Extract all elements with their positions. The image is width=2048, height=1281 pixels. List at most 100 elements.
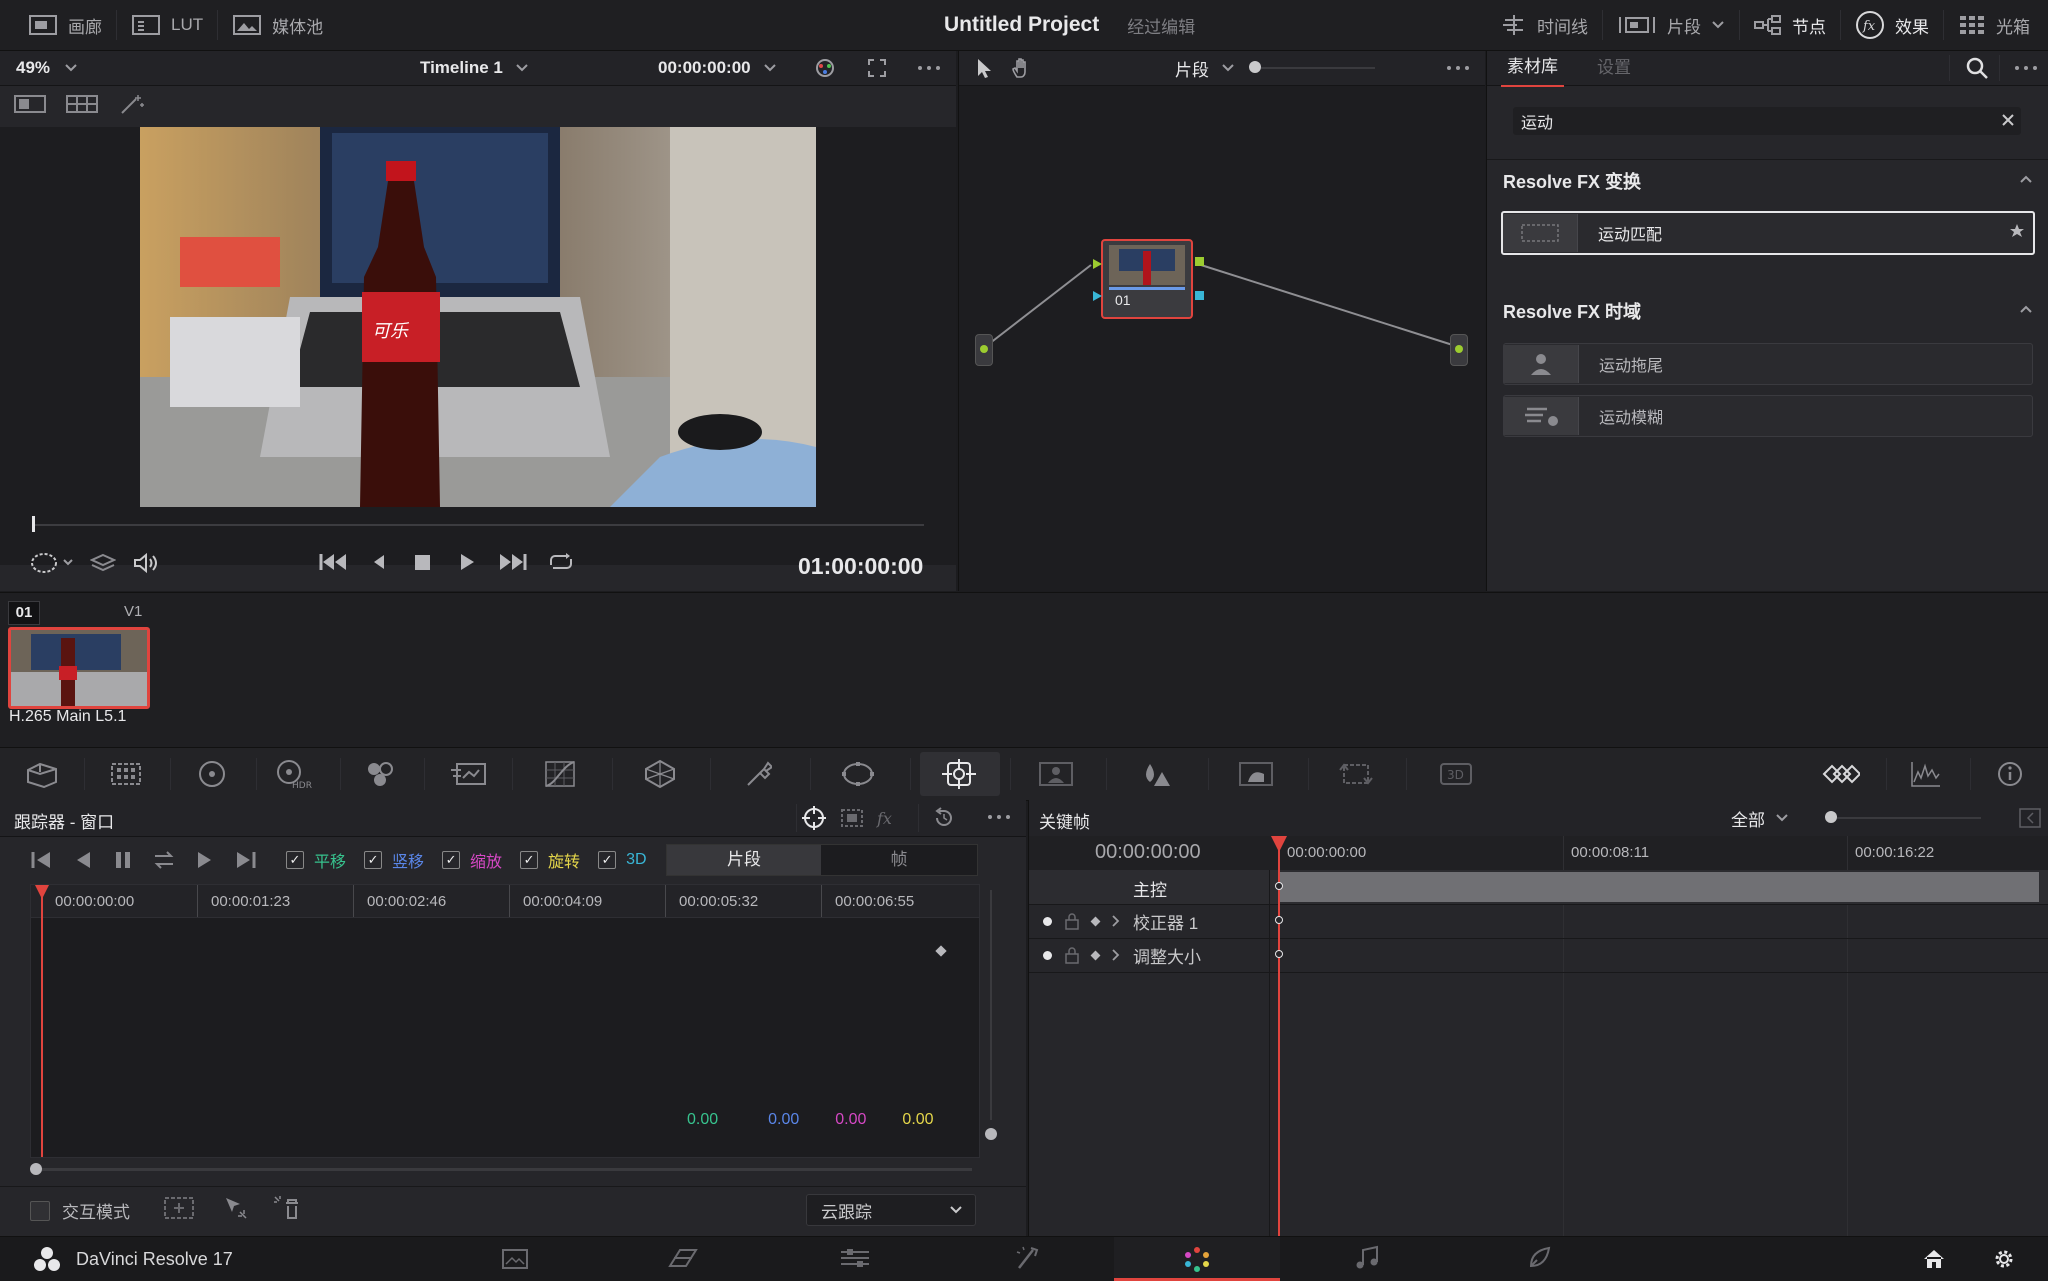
hand-icon[interactable] [1011,57,1033,79]
nodes-toggle[interactable]: 节点 [1740,0,1840,50]
magic-mask-icon[interactable] [1026,748,1086,800]
loop-icon[interactable] [546,551,576,573]
curves-icon[interactable] [530,748,590,800]
keyframe-playhead-marker[interactable] [1271,836,1287,852]
tracker-graph[interactable]: 00:00:00:00 00:00:01:23 00:00:02:46 00:0… [30,884,980,1158]
gallery-tab[interactable]: 画廊 [0,0,116,50]
zoom-dropdown[interactable]: 49% [16,51,78,85]
clip-thumbnail[interactable] [8,627,150,709]
rotate-checkbox[interactable]: ✓ [520,851,539,869]
effects-toggle[interactable]: fx 效果 [1841,0,1943,50]
layers-icon[interactable] [90,552,116,574]
keyframe-diamond-icon[interactable] [1090,916,1101,926]
track-to-end-icon[interactable] [234,849,258,871]
fusion-page-icon[interactable] [944,1237,1110,1279]
clips-toggle[interactable]: 片段 [1603,0,1739,50]
track-forward-icon[interactable] [194,849,216,871]
color-warper-icon[interactable] [630,748,690,800]
keyframe-zoom-slider[interactable] [1831,817,1981,819]
play-icon[interactable] [454,551,480,573]
keyframe-playhead[interactable] [1278,836,1280,1240]
vertical-zoom-slider[interactable] [990,890,992,1120]
info-icon[interactable] [1980,748,2040,800]
sizing-icon[interactable] [1326,748,1386,800]
magic-wand-icon[interactable] [118,93,146,115]
pan-checkbox[interactable]: ✓ [286,851,304,869]
keyframe-zoom-handle[interactable] [1825,811,1837,823]
power-window-icon[interactable] [30,551,74,575]
fairlight-page-icon[interactable] [1284,1237,1450,1279]
edit-page-icon[interactable] [772,1237,938,1279]
track-to-start-icon[interactable] [30,849,54,871]
tracker-playhead-marker[interactable] [35,885,49,899]
media-page-icon[interactable] [432,1237,598,1279]
timeline-toggle[interactable]: 时间线 [1487,0,1602,50]
effect-motion-trail[interactable]: 运动拖尾 [1503,343,2033,385]
keyframes-panel-icon[interactable] [1810,748,1870,800]
3d-icon[interactable]: 3D [1426,748,1486,800]
fx-tracker-icon[interactable]: fx [874,806,902,830]
search-icon[interactable] [1965,56,1989,80]
pause-tracking-icon[interactable] [112,849,134,871]
lock-icon[interactable] [1064,946,1080,964]
set-point-icon[interactable] [222,1194,250,1222]
tracker-tool-active[interactable] [920,752,1000,796]
tab-library[interactable]: 素材库 [1501,51,1564,87]
more-options-icon[interactable] [986,806,1012,828]
stop-icon[interactable] [410,551,436,573]
tilt-checkbox[interactable]: ✓ [364,851,383,869]
lut-tab[interactable]: LUT [117,0,217,50]
single-viewer-icon[interactable] [14,94,46,114]
group-resolve-fx-transform[interactable]: Resolve FX 变换 [1503,166,2033,196]
horizontal-scroll-bar[interactable] [34,1168,972,1171]
color-page-tab[interactable] [1114,1237,1280,1281]
track-reverse-icon[interactable] [72,849,94,871]
settings-gear-icon[interactable] [1992,1247,2016,1271]
keyframe-filter-dropdown[interactable]: 全部 [1731,800,1789,836]
insert-feature-icon[interactable] [162,1194,196,1222]
reset-icon[interactable] [932,806,956,830]
node-mode-dropdown[interactable]: 片段 [1175,51,1235,85]
tracker-mode-dropdown[interactable]: 云跟踪 [806,1194,976,1226]
keyframe-diamond-icon[interactable] [1090,950,1101,960]
color-picker-icon[interactable] [812,57,838,79]
node-key-output[interactable] [1195,291,1204,300]
effect-motion-blur[interactable]: 运动模糊 [1503,395,2033,437]
viewer-scrubber[interactable] [32,524,924,526]
media-pool-tab[interactable]: 媒体池 [218,0,337,50]
node-key-input[interactable] [1093,291,1102,301]
vertical-zoom-handle[interactable] [985,1128,997,1140]
hdr-wheels-icon[interactable]: HDR [264,748,324,800]
effect-motion-match[interactable]: 运动匹配 [1501,211,2035,255]
favorite-star-icon[interactable] [2009,223,2025,239]
fullscreen-icon[interactable] [866,57,888,79]
blur-icon[interactable] [1126,748,1186,800]
group-resolve-fx-temporal[interactable]: Resolve FX 时域 [1503,296,2033,326]
interactive-mode-toggle[interactable]: 交互模式 [30,1198,130,1223]
collapse-panel-icon[interactable] [2019,808,2041,828]
scrubber-playhead[interactable] [32,516,35,532]
interactive-mode-checkbox[interactable] [30,1200,50,1221]
lightbox-toggle[interactable]: 光箱 [1944,0,2048,50]
3d-checkbox[interactable]: ✓ [598,851,617,869]
qualifier-icon[interactable] [728,748,788,800]
deliver-page-icon[interactable] [1456,1237,1622,1279]
more-options-icon[interactable] [1445,57,1471,79]
timecode-dropdown[interactable]: 00:00:00:00 [658,51,777,85]
segment-frame[interactable]: 帧 [821,845,977,875]
step-back-icon[interactable] [366,551,392,573]
segment-clip[interactable]: 片段 [667,845,821,875]
stabilizer-icon[interactable] [838,806,866,830]
home-icon[interactable] [1922,1247,1946,1271]
node-rgb-input[interactable] [1093,259,1102,269]
go-to-end-icon[interactable] [498,551,528,573]
clear-icon[interactable] [2001,113,2015,127]
node-rgb-output[interactable] [1195,257,1204,266]
camera-raw-icon[interactable] [12,748,72,800]
motion-effects-icon[interactable] [438,748,498,800]
zoom-checkbox[interactable]: ✓ [442,851,461,869]
rgb-mixer-icon[interactable] [350,748,410,800]
node-01[interactable]: 01 [1101,239,1193,319]
volume-icon[interactable] [132,551,160,575]
chevron-right-icon[interactable] [1111,948,1121,962]
